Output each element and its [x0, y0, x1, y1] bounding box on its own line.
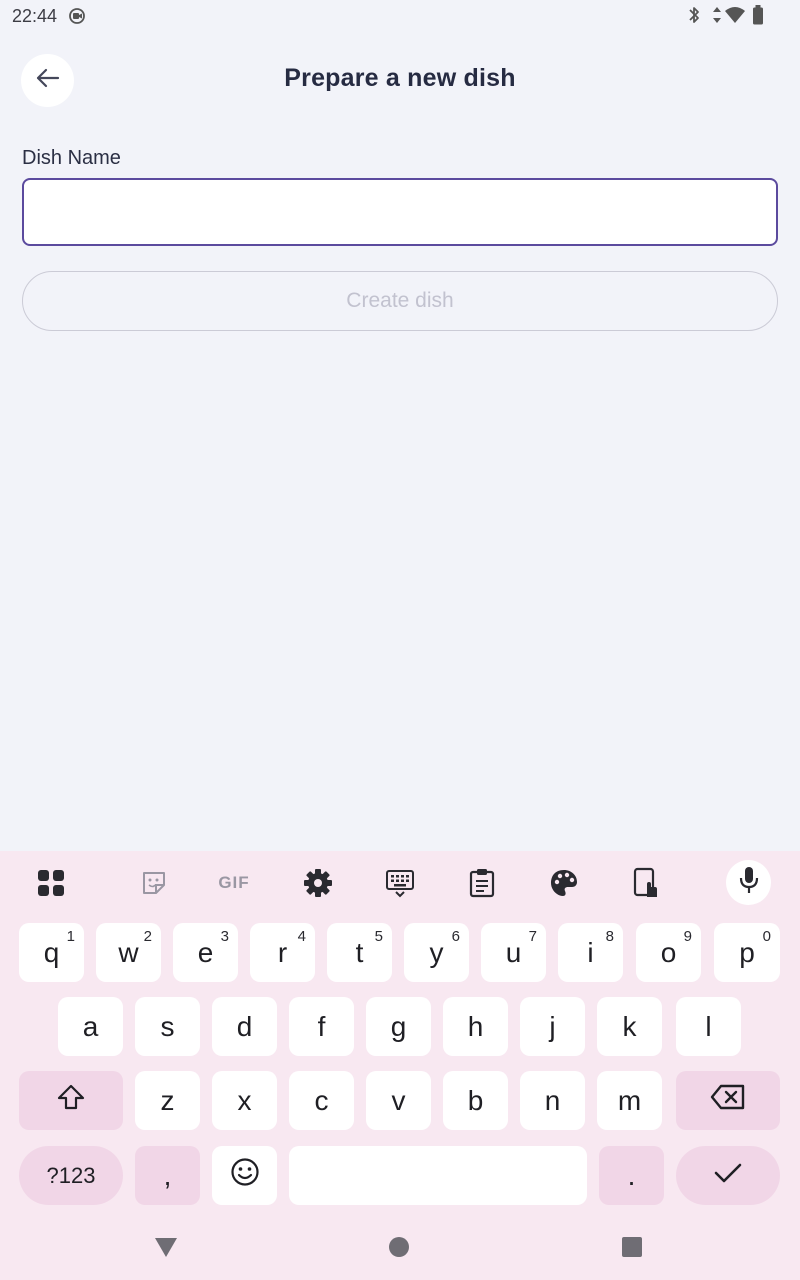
battery-icon [752, 5, 764, 30]
comma-key[interactable]: , [135, 1146, 200, 1205]
shift-arrow-icon [57, 1084, 85, 1117]
key-j[interactable]: j [520, 997, 585, 1056]
screen-record-icon [68, 7, 86, 30]
period-key[interactable]: . [599, 1146, 664, 1205]
microphone-icon [738, 866, 760, 899]
key-x[interactable]: x [212, 1071, 277, 1130]
key-c[interactable]: c [289, 1071, 354, 1130]
key-p[interactable]: p0 [714, 923, 780, 982]
key-b[interactable]: b [443, 1071, 508, 1130]
enter-key[interactable] [676, 1146, 780, 1205]
key-o[interactable]: o9 [636, 923, 701, 982]
key-t[interactable]: t5 [327, 923, 392, 982]
page-title: Prepare a new dish [284, 64, 516, 92]
key-y[interactable]: y6 [404, 923, 469, 982]
gif-button[interactable]: GIF [214, 865, 254, 901]
wifi-icon [724, 6, 746, 29]
key-g[interactable]: g [366, 997, 431, 1056]
key-d[interactable]: d [212, 997, 277, 1056]
status-time: 22:44 [12, 6, 58, 26]
key-r[interactable]: r4 [250, 923, 315, 982]
key-l[interactable]: l [676, 997, 741, 1056]
key-k[interactable]: k [597, 997, 662, 1056]
status-bar: 22:44 [0, 0, 800, 32]
checkmark-icon [713, 1160, 743, 1192]
key-u[interactable]: u7 [481, 923, 546, 982]
key-n[interactable]: n [520, 1071, 585, 1130]
create-dish-button[interactable]: Create dish [22, 271, 778, 331]
bluetooth-icon [686, 5, 702, 30]
emoji-key[interactable] [212, 1146, 277, 1205]
voice-input-button[interactable] [726, 860, 771, 905]
keyboard-icon[interactable] [380, 865, 420, 901]
key-e[interactable]: e3 [173, 923, 238, 982]
apps-grid-icon[interactable] [31, 865, 71, 901]
triangle-down-icon [153, 1235, 179, 1264]
space-key[interactable] [289, 1146, 587, 1205]
backspace-icon [710, 1084, 746, 1117]
nav-back-button[interactable] [150, 1233, 182, 1265]
key-h[interactable]: h [443, 997, 508, 1056]
backspace-key[interactable] [676, 1071, 780, 1130]
key-i[interactable]: i8 [558, 923, 623, 982]
nav-recents-button[interactable] [616, 1233, 648, 1265]
smiley-icon [230, 1157, 260, 1194]
key-z[interactable]: z [135, 1071, 200, 1130]
clipboard-icon[interactable] [462, 865, 502, 901]
settings-gear-icon[interactable] [298, 865, 338, 901]
navigation-bar [0, 1215, 800, 1280]
theme-palette-icon[interactable] [544, 865, 584, 901]
key-w[interactable]: w2 [96, 923, 161, 982]
key-f[interactable]: f [289, 997, 354, 1056]
data-arrows-icon [712, 6, 722, 29]
sticker-icon[interactable] [134, 865, 174, 901]
key-m[interactable]: m [597, 1071, 662, 1130]
one-handed-mode-icon[interactable] [626, 865, 666, 901]
nav-home-button[interactable] [383, 1233, 415, 1265]
symbols-key[interactable]: ?123 [19, 1146, 123, 1205]
key-s[interactable]: s [135, 997, 200, 1056]
circle-home-icon [388, 1236, 410, 1263]
key-a[interactable]: a [58, 997, 123, 1056]
dish-name-input[interactable] [22, 178, 778, 246]
dish-name-label: Dish Name [22, 147, 121, 169]
key-v[interactable]: v [366, 1071, 431, 1130]
square-recents-icon [621, 1236, 643, 1263]
shift-key[interactable] [19, 1071, 123, 1130]
key-q[interactable]: q1 [19, 923, 84, 982]
